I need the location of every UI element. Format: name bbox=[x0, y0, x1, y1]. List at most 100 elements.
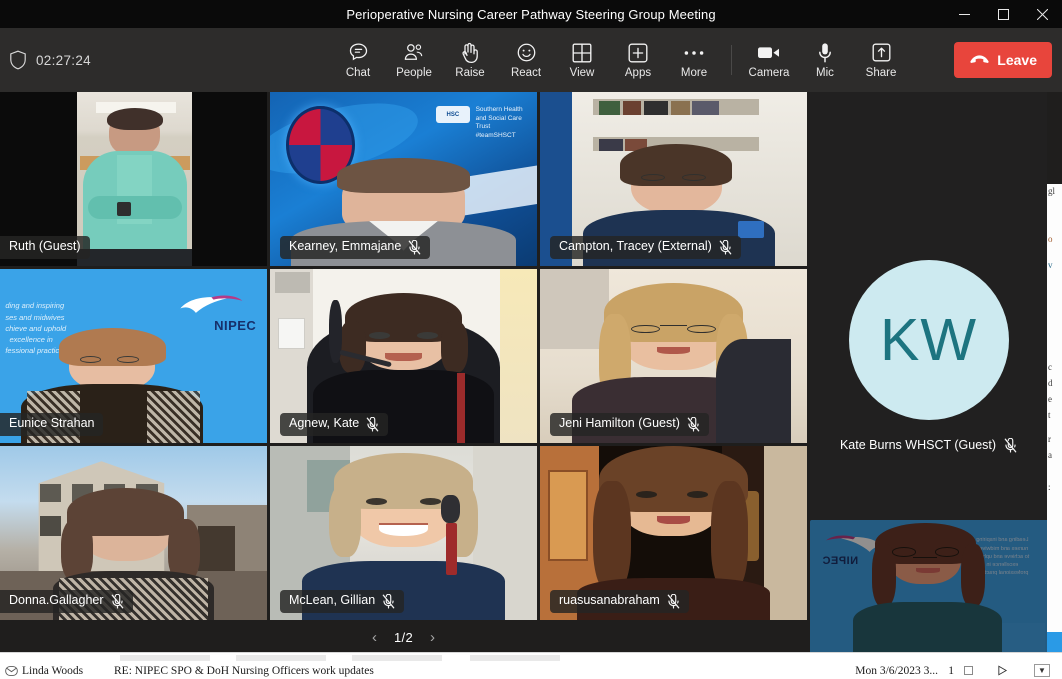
page-indicator: 1/2 bbox=[394, 629, 413, 645]
avatar: KW bbox=[848, 259, 1009, 420]
tile-name-badge: Eunice Strahan bbox=[0, 413, 104, 436]
share-label: Share bbox=[865, 66, 897, 79]
mic-label: Mic bbox=[816, 66, 834, 79]
tile-name-badge: Kearney, Emmajane bbox=[280, 236, 431, 259]
more-ellipsis-icon bbox=[683, 41, 705, 65]
maximize-button[interactable] bbox=[984, 0, 1023, 28]
participant-name: Ruth (Guest) bbox=[9, 239, 81, 254]
participant-name: Jeni Hamilton (Guest) bbox=[559, 416, 680, 431]
control-bar-left: 02:27:24 bbox=[0, 50, 330, 70]
mic-muted-icon bbox=[719, 239, 732, 255]
meeting-stage: Ruth (Guest) HSC Southern Health and Soci… bbox=[0, 92, 1062, 679]
leave-label: Leave bbox=[997, 52, 1037, 68]
mic-muted-icon bbox=[366, 416, 379, 432]
more-label: More bbox=[680, 66, 708, 79]
chevron-down-icon[interactable]: ▼ bbox=[1022, 664, 1062, 677]
video-tile[interactable]: Ruth (Guest) bbox=[0, 92, 267, 266]
envelope-icon bbox=[0, 665, 22, 676]
video-tile[interactable]: ding and inspiring ses and midwives chieve… bbox=[0, 269, 267, 443]
meeting-control-bar: 02:27:24 Chat People Raise React View Ap… bbox=[0, 28, 1062, 92]
video-tile[interactable]: Campton, Tracey (External) bbox=[540, 92, 807, 266]
window-controls bbox=[945, 0, 1062, 28]
more-button[interactable]: More bbox=[666, 31, 722, 89]
raise-hand-button[interactable]: Raise bbox=[442, 31, 498, 89]
mic-muted-icon bbox=[667, 593, 680, 609]
chat-button[interactable]: Chat bbox=[330, 31, 386, 89]
video-tile[interactable]: Jeni Hamilton (Guest) bbox=[540, 269, 807, 443]
leave-button[interactable]: Leave bbox=[954, 42, 1052, 78]
video-tile-grid: Ruth (Guest) HSC Southern Health and Soci… bbox=[0, 92, 807, 620]
previous-page-button[interactable]: ‹ bbox=[367, 627, 382, 648]
close-button[interactable] bbox=[1023, 0, 1062, 28]
view-grid-icon bbox=[572, 41, 592, 65]
window-title: Perioperative Nursing Career Pathway Ste… bbox=[346, 6, 716, 22]
apps-label: Apps bbox=[624, 66, 652, 79]
tile-name-badge: ruasusanabraham bbox=[550, 590, 689, 613]
participant-name: Kearney, Emmajane bbox=[289, 239, 402, 254]
video-tile[interactable]: McLean, Gillian bbox=[270, 446, 537, 620]
mic-muted-icon bbox=[687, 416, 700, 432]
toolbar-divider bbox=[731, 45, 732, 75]
avatar-name-row: Kate Burns WHSCT (Guest) bbox=[839, 437, 1017, 453]
people-button[interactable]: People bbox=[386, 31, 442, 89]
tile-name-badge: Campton, Tracey (External) bbox=[550, 236, 741, 259]
teams-meeting-window: Perioperative Nursing Career Pathway Ste… bbox=[0, 0, 1062, 679]
people-icon bbox=[403, 41, 425, 65]
tile-name-badge: Jeni Hamilton (Guest) bbox=[550, 413, 709, 436]
email-date: Mon 3/6/2023 3... bbox=[855, 664, 938, 677]
meeting-timer: 02:27:24 bbox=[36, 52, 91, 68]
view-label: View bbox=[569, 66, 595, 79]
apps-plus-icon bbox=[628, 41, 648, 65]
self-view-tile[interactable]: NIPEC Leading and inspiring nurses and mi… bbox=[810, 520, 1050, 656]
participant-name: Donna.Gallagher bbox=[9, 593, 104, 608]
people-label: People bbox=[396, 66, 432, 79]
email-size: 1 bbox=[948, 664, 954, 677]
share-button[interactable]: Share bbox=[853, 31, 909, 89]
self-view-video: NIPEC Leading and inspiring nurses and mi… bbox=[810, 520, 1050, 656]
tile-name-badge: Donna.Gallagher bbox=[0, 590, 133, 613]
participant-name: Agnew, Kate bbox=[289, 416, 360, 431]
play-icon[interactable] bbox=[982, 665, 1022, 676]
camera-icon bbox=[757, 41, 781, 65]
background-outlook-strip: Linda Woods RE: NIPEC SPO & DoH Nursing … bbox=[0, 652, 1062, 679]
minimize-button[interactable] bbox=[945, 0, 984, 28]
microphone-icon bbox=[818, 41, 832, 65]
mic-muted-icon bbox=[409, 239, 421, 255]
video-tile[interactable]: Donna.Gallagher bbox=[0, 446, 267, 620]
participant-name: Campton, Tracey (External) bbox=[559, 239, 712, 254]
mic-muted-icon bbox=[1004, 437, 1017, 453]
tile-name-badge: Agnew, Kate bbox=[280, 413, 389, 436]
tile-name-badge: McLean, Gillian bbox=[280, 590, 405, 613]
video-tile[interactable]: ruasusanabraham bbox=[540, 446, 807, 620]
participant-name: Kate Burns WHSCT (Guest) bbox=[839, 438, 997, 452]
react-button[interactable]: React bbox=[498, 31, 554, 89]
camera-button[interactable]: Camera bbox=[741, 31, 797, 89]
gallery-pagination: ‹ 1/2 › bbox=[0, 620, 807, 654]
mic-button[interactable]: Mic bbox=[797, 31, 853, 89]
apps-button[interactable]: Apps bbox=[610, 31, 666, 89]
outlook-column-headers bbox=[0, 653, 1062, 662]
raise-hand-label: Raise bbox=[455, 66, 485, 79]
participant-name: ruasusanabraham bbox=[559, 593, 660, 608]
share-up-arrow-icon bbox=[872, 41, 891, 65]
camera-label: Camera bbox=[748, 66, 790, 79]
react-label: React bbox=[510, 66, 542, 79]
outlook-email-row[interactable]: Linda Woods RE: NIPEC SPO & DoH Nursing … bbox=[0, 662, 1062, 679]
mic-muted-icon bbox=[382, 593, 395, 609]
video-tile[interactable]: Agnew, Kate bbox=[270, 269, 537, 443]
video-tile[interactable]: HSC Southern Health and Social Care Trust… bbox=[270, 92, 537, 266]
participant-name: McLean, Gillian bbox=[289, 593, 376, 608]
avatar-initials: KW bbox=[879, 306, 978, 373]
control-bar-center: Chat People Raise React View Apps More C… bbox=[330, 31, 909, 89]
chat-label: Chat bbox=[345, 66, 371, 79]
background-window-content: gl o v c d e t r a : bbox=[1047, 184, 1062, 679]
shield-icon bbox=[10, 50, 26, 70]
hangup-icon bbox=[969, 52, 990, 68]
view-button[interactable]: View bbox=[554, 31, 610, 89]
control-bar-right: Leave bbox=[942, 42, 1062, 78]
next-page-button[interactable]: › bbox=[425, 627, 440, 648]
chat-icon bbox=[348, 41, 369, 65]
background-window-sliver: gl o v c d e t r a : bbox=[1047, 184, 1062, 679]
email-subject: RE: NIPEC SPO & DoH Nursing Officers wor… bbox=[114, 664, 374, 677]
email-flag-checkbox[interactable] bbox=[954, 666, 982, 675]
